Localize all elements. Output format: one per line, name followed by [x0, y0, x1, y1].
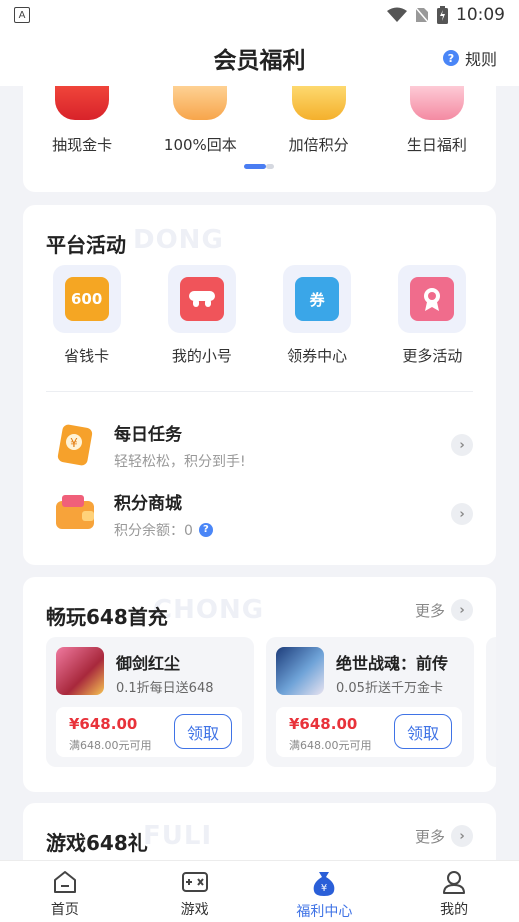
section-title: 游戏648礼: [46, 831, 148, 855]
ribbon-badge-icon: [410, 277, 455, 321]
game-offer-card-peek[interactable]: [486, 637, 496, 767]
game-thumbnail: [56, 647, 104, 695]
points-mall-row[interactable]: 积分商城 积分余额：0 ? ›: [46, 486, 473, 542]
user-icon: [443, 871, 466, 894]
perk-label: 生日福利: [406, 136, 467, 154]
game-name: 御剑红尘: [116, 654, 181, 673]
question-icon: ?: [442, 50, 459, 66]
game-thumbnail: [276, 647, 324, 695]
member-perks-card: 抽现金卡 100%回本 加倍积分 生日福利: [23, 74, 496, 192]
coupon-condition: 满648.00元可用: [289, 739, 372, 752]
status-icons: 10:09: [387, 5, 505, 25]
tab-games[interactable]: 游戏: [140, 861, 250, 922]
more-label: 更多: [414, 827, 445, 846]
divider: [46, 391, 473, 392]
game-offer-card[interactable]: 御剑红尘 0.1折每日送648 ¥648.00 满648.00元可用 领取: [46, 637, 254, 767]
page-title: 会员福利: [213, 48, 306, 74]
red-packet-icon: [55, 80, 110, 120]
coupon: ¥648.00 满648.00元可用 领取: [56, 707, 242, 757]
coupon-price: ¥648.00: [69, 715, 138, 733]
tab-home[interactable]: 首页: [10, 861, 120, 922]
indicator-active: [244, 164, 266, 169]
more-button[interactable]: 更多 ›: [415, 825, 473, 847]
coin-icon: [291, 80, 346, 120]
section-title: 畅玩648首充: [46, 605, 168, 629]
battery-charging-icon: [437, 6, 448, 24]
svg-text:¥: ¥: [321, 883, 327, 894]
status-bar: A 10:09: [0, 0, 519, 30]
more-button[interactable]: 更多 ›: [415, 599, 473, 621]
coupon: ¥648.00 满648.00元可用 领取: [276, 707, 462, 757]
coupon-condition: 满648.00元可用: [69, 739, 152, 752]
tab-label: 我的: [440, 902, 469, 918]
game-offer-card[interactable]: 绝世战魂：前传 0.05折送千万金卡 ¥648.00 满648.00元可用 领取: [266, 637, 474, 767]
gamepad-icon: [181, 872, 208, 892]
first-recharge-card: CHONG 畅玩648首充 更多 › 御剑红尘 0.1折每日送648 ¥648.…: [23, 577, 496, 792]
ticket-icon: ¥: [52, 422, 98, 468]
activity-label: 我的小号: [171, 347, 232, 365]
wallet-icon: [52, 491, 98, 537]
section-watermark: CHONG: [153, 595, 265, 625]
game-desc: 0.05折送千万金卡: [336, 681, 443, 696]
no-sim-icon: [415, 7, 429, 23]
daily-task-row[interactable]: ¥ 每日任务 轻轻松松，积分到手! ›: [46, 417, 473, 473]
perk-label: 抽现金卡: [52, 136, 113, 154]
svg-text:¥: ¥: [70, 436, 78, 450]
section-watermark: DONG: [133, 225, 224, 255]
coupon-price: ¥648.00: [289, 715, 358, 733]
claim-button[interactable]: 领取: [394, 714, 452, 749]
cake-icon: [409, 80, 464, 120]
coupon-icon: 券: [295, 277, 340, 321]
claim-button[interactable]: 领取: [174, 714, 232, 749]
money-bag-icon: ¥: [314, 872, 335, 896]
savings-card-icon: 600: [64, 277, 109, 321]
activity-coupon-center[interactable]: 券 领券中心: [267, 265, 367, 366]
home-icon: [53, 871, 76, 893]
diamond-icon: [173, 80, 228, 120]
tab-mine[interactable]: 我的: [399, 861, 509, 922]
perk-payback[interactable]: 100%回本: [150, 80, 250, 155]
platform-activities-card: DONG 平台活动 600 省钱卡 我的小号 券 领券中心 更多活动 ¥ 每日任…: [23, 205, 496, 565]
section-watermark: FULI: [143, 821, 213, 851]
game-name: 绝世战魂：前传: [336, 654, 449, 673]
chevron-right-icon: ›: [451, 503, 473, 525]
rules-button[interactable]: ? 规则: [442, 46, 497, 70]
perk-birthday[interactable]: 生日福利: [387, 80, 487, 155]
game-desc: 0.1折每日送648: [116, 681, 214, 696]
activity-savings-card[interactable]: 600 省钱卡: [37, 265, 137, 366]
perk-double-points[interactable]: 加倍积分: [269, 80, 369, 155]
tab-label: 福利中心: [296, 904, 353, 920]
points-balance: 积分余额：0: [114, 522, 193, 539]
activity-more[interactable]: 更多活动: [382, 265, 482, 366]
more-label: 更多: [414, 601, 445, 620]
question-icon[interactable]: ?: [198, 522, 213, 537]
gamepad-icon: [179, 277, 224, 321]
bottom-tab-bar: 首页 游戏 ¥ 福利中心 我的: [0, 860, 519, 922]
tab-label: 游戏: [180, 902, 209, 918]
perk-label: 100%回本: [163, 136, 237, 154]
app-notification-icon: A: [14, 7, 30, 23]
indicator-inactive: [266, 164, 274, 169]
rules-label: 规则: [464, 50, 497, 69]
tab-welfare-center[interactable]: ¥ 福利中心: [269, 861, 379, 922]
wifi-icon: [387, 7, 407, 22]
task-title: 每日任务: [114, 424, 182, 445]
activity-label: 更多活动: [402, 347, 463, 365]
section-title: 平台活动: [46, 233, 126, 257]
task-subtitle: 轻轻松松，积分到手!: [114, 453, 246, 470]
clock: 10:09: [456, 5, 505, 25]
chevron-right-icon: ›: [451, 434, 473, 456]
perk-label: 加倍积分: [288, 136, 349, 154]
page-header: 会员福利 ? 规则: [0, 30, 519, 86]
tab-label: 首页: [50, 902, 79, 918]
carousel-indicator: [244, 164, 274, 169]
task-title: 积分商城: [114, 493, 182, 514]
chevron-right-icon: ›: [451, 599, 473, 621]
activity-label: 省钱卡: [64, 347, 110, 365]
activity-my-accounts[interactable]: 我的小号: [152, 265, 252, 366]
activity-label: 领券中心: [287, 347, 348, 365]
chevron-right-icon: ›: [451, 825, 473, 847]
perk-cash-card[interactable]: 抽现金卡: [32, 80, 132, 155]
